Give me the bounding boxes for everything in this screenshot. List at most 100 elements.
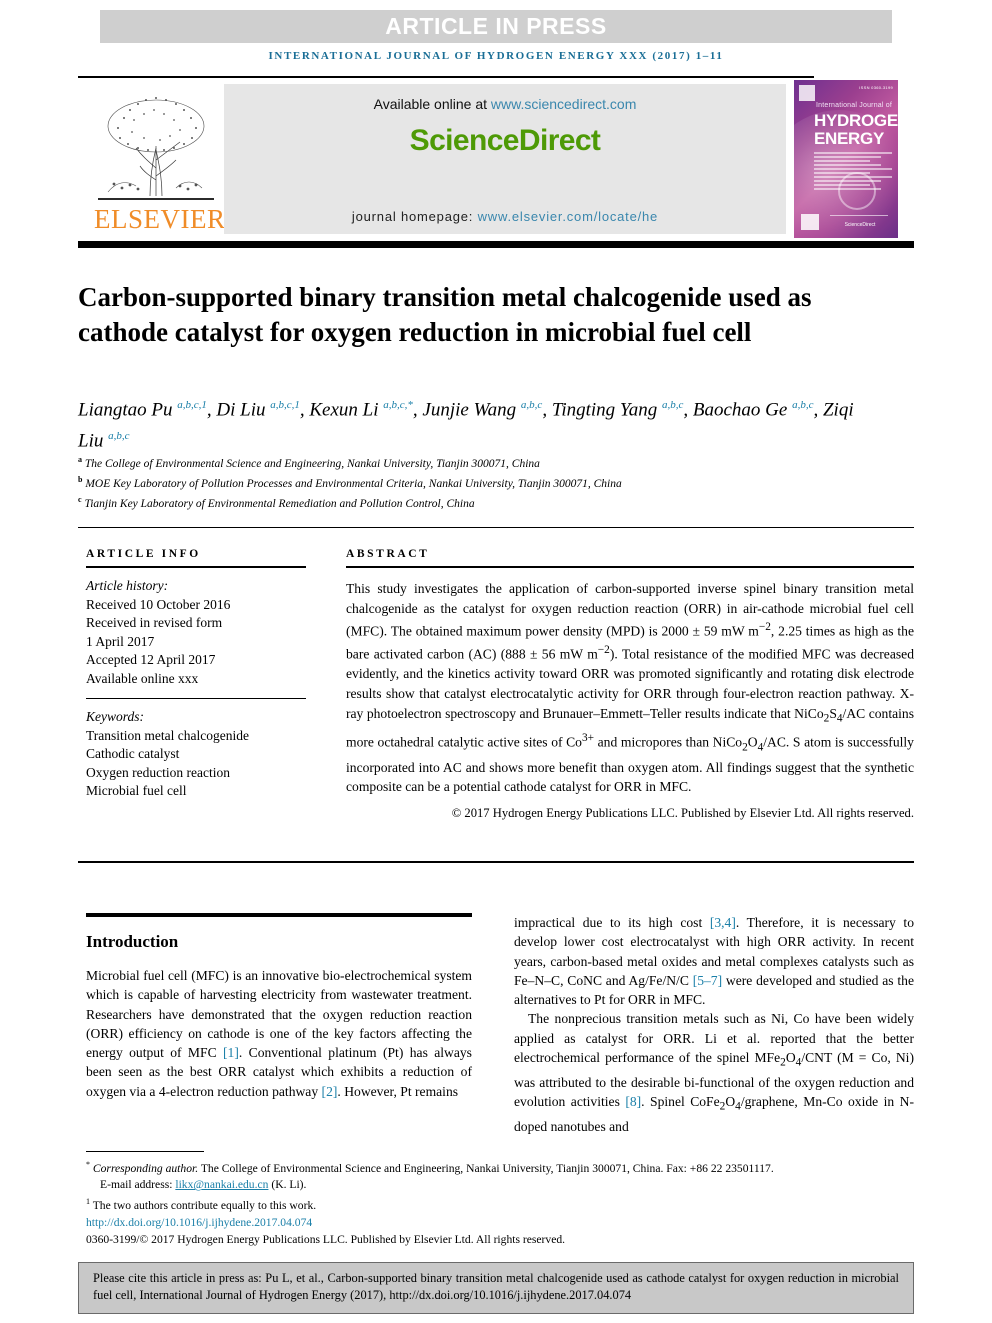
- sciencedirect-logo: ScienceDirect: [224, 124, 786, 158]
- author-affiliation-marks: a,b,c,1: [270, 399, 300, 411]
- page-title: Carbon-supported binary transition metal…: [78, 282, 812, 348]
- body-left-column: Introduction Microbial fuel cell (MFC) i…: [86, 922, 472, 1101]
- elsevier-logo: ELSEVIER: [94, 84, 226, 236]
- affiliation-item: a The College of Environmental Science a…: [78, 452, 878, 472]
- keywords-label: Keywords:: [86, 709, 144, 724]
- cover-circle-graphic: [838, 172, 876, 210]
- author-name: Baochao Ge: [692, 399, 793, 421]
- author-separator: ,: [299, 399, 310, 421]
- footnote-block: * Corresponding author. The College of E…: [86, 1157, 914, 1249]
- affiliation-text: The College of Environmental Science and…: [82, 457, 540, 470]
- introduction-right-text: impractical due to its high cost [3,4]. …: [514, 913, 914, 1137]
- sciencedirect-logo-science: Science: [409, 124, 520, 157]
- author-list: Liangtao Pu a,b,c,1, Di Liu a,b,c,1, Kex…: [78, 392, 878, 455]
- keyword-item: Transition metal chalcogenide: [86, 727, 249, 743]
- keywords-block: Keywords: Transition metal chalcogenide C…: [86, 708, 306, 801]
- article-info-column: ARTICLE INFO Article history: Received 1…: [86, 548, 306, 801]
- reference-citation[interactable]: [3,4]: [710, 915, 736, 930]
- email-suffix: (K. Li).: [268, 1178, 307, 1192]
- abstract-column: ABSTRACT This study investigates the app…: [346, 548, 914, 821]
- affiliation-list: a The College of Environmental Science a…: [78, 452, 878, 511]
- affiliation-text: MOE Key Laboratory of Pollution Processe…: [82, 477, 622, 490]
- elsevier-wordmark: ELSEVIER: [94, 204, 226, 234]
- available-online-label: Available online at: [373, 96, 491, 112]
- article-history-item: Available online xxx: [86, 670, 199, 686]
- tree-ground-line: [98, 198, 214, 200]
- article-history-item: Received 10 October 2016: [86, 596, 231, 612]
- doi-line[interactable]: http://dx.doi.org/10.1016/j.ijhydene.201…: [86, 1215, 914, 1231]
- article-history-label: Article history:: [86, 578, 169, 593]
- equal-contribution-note: 1 The two authors contribute equally to …: [86, 1194, 914, 1214]
- reference-citation[interactable]: [5–7]: [693, 973, 722, 988]
- author-separator: ,: [542, 399, 552, 421]
- doi-link[interactable]: http://dx.doi.org/10.1016/j.ijhydene.201…: [86, 1216, 312, 1229]
- masthead-bottom-rule: [78, 241, 914, 248]
- sciencedirect-logo-direct: Direct: [518, 124, 601, 157]
- affiliation-item: c Tianjin Key Laboratory of Environmenta…: [78, 492, 878, 512]
- tree-drawing-svg: [107, 97, 205, 197]
- reference-citation[interactable]: [8]: [625, 1094, 641, 1109]
- author-affiliation-marks: a,b,c: [792, 399, 814, 411]
- journal-cover-image: ISSN 0360-3199 International Journal of …: [794, 80, 898, 238]
- article-info-heading: ARTICLE INFO: [86, 548, 201, 560]
- cover-issn-label: ISSN 0360-3199: [859, 85, 893, 90]
- cover-foot-rule: [830, 215, 888, 216]
- email-label: E-mail address:: [100, 1178, 176, 1192]
- corresponding-author-mark: *: [86, 1160, 90, 1169]
- author-separator: ,: [683, 399, 693, 421]
- available-online-line: Available online at www.sciencedirect.co…: [224, 96, 786, 112]
- author-name: Junjie Wang: [422, 399, 521, 421]
- cover-title-line1: HYDROGEN: [814, 111, 898, 130]
- author-affiliation-marks: a,b,c: [520, 399, 543, 411]
- citation-box-text: Please cite this article in press as: Pu…: [93, 1271, 899, 1302]
- journal-running-head: INTERNATIONAL JOURNAL OF HYDROGEN ENERGY…: [268, 50, 724, 62]
- article-history-lines: Received 10 October 2016 Received in revi…: [86, 596, 306, 689]
- cover-title-line2: ENERGY: [814, 129, 884, 148]
- author-name: Di Liu: [216, 399, 271, 421]
- section-heading-introduction: Introduction: [86, 932, 179, 951]
- introduction-left-text: Microbial fuel cell (MFC) is an innovati…: [86, 966, 472, 1101]
- abstract-text: This study investigates the application …: [346, 581, 914, 795]
- author-affiliation-marks: a,b,c: [108, 430, 130, 443]
- cover-foot-label: ScienceDirect: [844, 222, 876, 228]
- journal-homepage-label: journal homepage:: [351, 209, 478, 224]
- keyword-lines: Transition metal chalcogenide Cathodic ca…: [86, 727, 306, 801]
- abstract-heading: ABSTRACT: [346, 548, 430, 560]
- sciencedirect-band: Available online at www.sciencedirect.co…: [224, 84, 786, 234]
- reference-citation[interactable]: [2]: [322, 1084, 338, 1099]
- info-block-bottom-rule: [78, 861, 914, 863]
- equal-contribution-text: The two authors contribute equally to th…: [90, 1198, 317, 1212]
- abstract-heading-rule: [346, 566, 914, 568]
- author-affiliation-marks: a,b,c,*: [383, 399, 413, 411]
- sciencedirect-link[interactable]: www.sciencedirect.com: [491, 96, 637, 112]
- affiliation-item: b MOE Key Laboratory of Pollution Proces…: [78, 472, 878, 492]
- masthead: ELSEVIER Available online at www.science…: [78, 80, 914, 238]
- author-name: Kexun Li: [309, 399, 384, 421]
- paragraph: impractical due to its high cost [3,4]. …: [514, 915, 915, 1008]
- email-note: E-mail address: likx@nankai.edu.cn (K. L…: [86, 1177, 914, 1193]
- affiliation-text: Tianjin Key Laboratory of Environmental …: [81, 497, 475, 510]
- footnote-rule: [86, 1151, 204, 1152]
- paragraph: Microbial fuel cell (MFC) is an innovati…: [86, 968, 472, 1099]
- keyword-item: Oxygen reduction reaction: [86, 764, 230, 780]
- article-history-item: 1 April 2017: [86, 633, 155, 649]
- info-block-top-rule: [78, 527, 914, 528]
- corresponding-author-text: The College of Environmental Science and…: [198, 1161, 774, 1175]
- author-separator: ,: [813, 399, 823, 421]
- journal-homepage-link[interactable]: www.elsevier.com/locate/he: [478, 209, 658, 224]
- article-history-block: Article history: Received 10 October 201…: [86, 577, 306, 688]
- corresponding-author-note: * Corresponding author. The College of E…: [86, 1157, 914, 1177]
- author-separator: ,: [206, 399, 217, 421]
- article-history-item: Received in revised form: [86, 615, 223, 630]
- cover-badge-icon: [799, 85, 815, 101]
- reference-citation[interactable]: [1]: [223, 1045, 239, 1060]
- article-in-press-banner: ARTICLE IN PRESS: [100, 10, 892, 43]
- keywords-rule: [86, 698, 306, 699]
- author-affiliation-marks: a,b,c: [662, 399, 684, 411]
- email-link[interactable]: likx@nankai.edu.cn: [175, 1178, 268, 1191]
- introduction-rule: [86, 913, 472, 917]
- issn-copyright-line: 0360-3199/© 2017 Hydrogen Energy Publica…: [86, 1233, 566, 1247]
- cover-small-title: International Journal of: [816, 102, 893, 109]
- corresponding-author-label: Corresponding author.: [92, 1161, 199, 1175]
- author-affiliation-marks: a,b,c,1: [177, 399, 207, 411]
